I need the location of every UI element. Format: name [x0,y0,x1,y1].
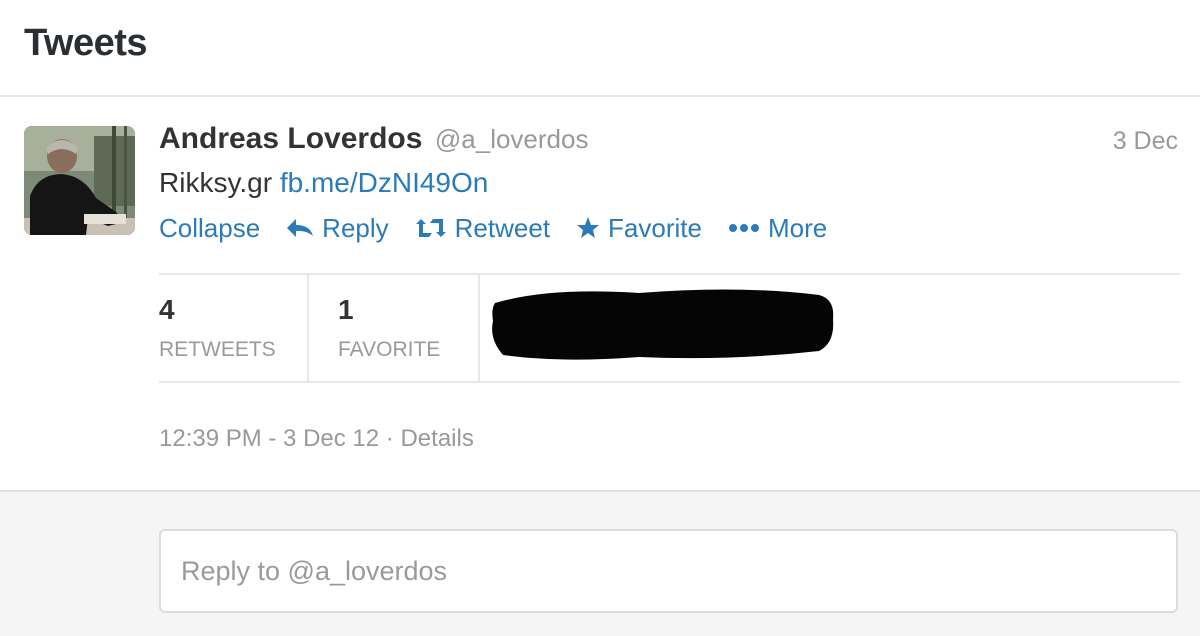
favorites-stat[interactable]: 1 FAVORITE [309,275,480,381]
more-dots-icon [728,223,760,233]
favorites-label: FAVORITE [338,338,441,361]
reply-label: Reply [322,212,389,243]
avatar-photo [24,126,135,235]
more-label: More [767,212,828,243]
favorites-count: 1 [338,294,354,325]
tweet-text: Rikksy.gr fb.me/DzNI49On [159,167,488,199]
tweet[interactable]: Andreas Loverdos @a_loverdos 3 Dec Rikks… [0,97,1200,490]
retweets-count: 4 [159,294,175,325]
avatar[interactable] [24,126,135,235]
tweet-timestamp[interactable]: 3 Dec [1113,127,1178,156]
reply-area [0,490,1200,636]
reply-input[interactable] [159,529,1178,613]
tweet-author[interactable]: Andreas Loverdos @a_loverdos [159,122,588,162]
tweet-text-body: Rikksy.gr [159,167,273,198]
retweet-label: Retweet [454,212,551,243]
tweet-stats: 4 RETWEETS 1 FAVORITE [159,273,1180,383]
details-link[interactable]: Details [400,425,473,452]
retweets-stat[interactable]: 4 RETWEETS [159,275,309,381]
collapse-label: Collapse [159,212,261,243]
author-username[interactable]: @a_loverdos [435,124,589,154]
retweet-button[interactable]: Retweet [415,213,550,244]
tweet-datetime: 12:39 PM - 3 Dec 12 [159,425,380,452]
collapse-button[interactable]: Collapse [159,213,260,244]
author-fullname[interactable]: Andreas Loverdos [159,122,422,155]
star-icon [576,216,600,240]
more-button[interactable]: More [728,213,827,244]
reply-button[interactable]: Reply [286,212,389,244]
meta-separator: · [385,425,394,452]
favorite-button[interactable]: Favorite [576,213,702,244]
favorite-label: Favorite [608,212,702,243]
retweets-label: RETWEETS [159,338,276,361]
reply-icon [286,218,314,238]
tweet-actions: Collapse Reply Retweet Favorite More [159,210,853,246]
page-title: Tweets [24,22,148,64]
timeline-header: Tweets [0,0,1200,97]
tweet-link[interactable]: fb.me/DzNI49On [280,167,489,198]
redacted-avatars [492,289,834,360]
retweet-icon [415,218,447,238]
tweet-meta: 12:39 PM - 3 Dec 12 · Details [159,425,474,453]
